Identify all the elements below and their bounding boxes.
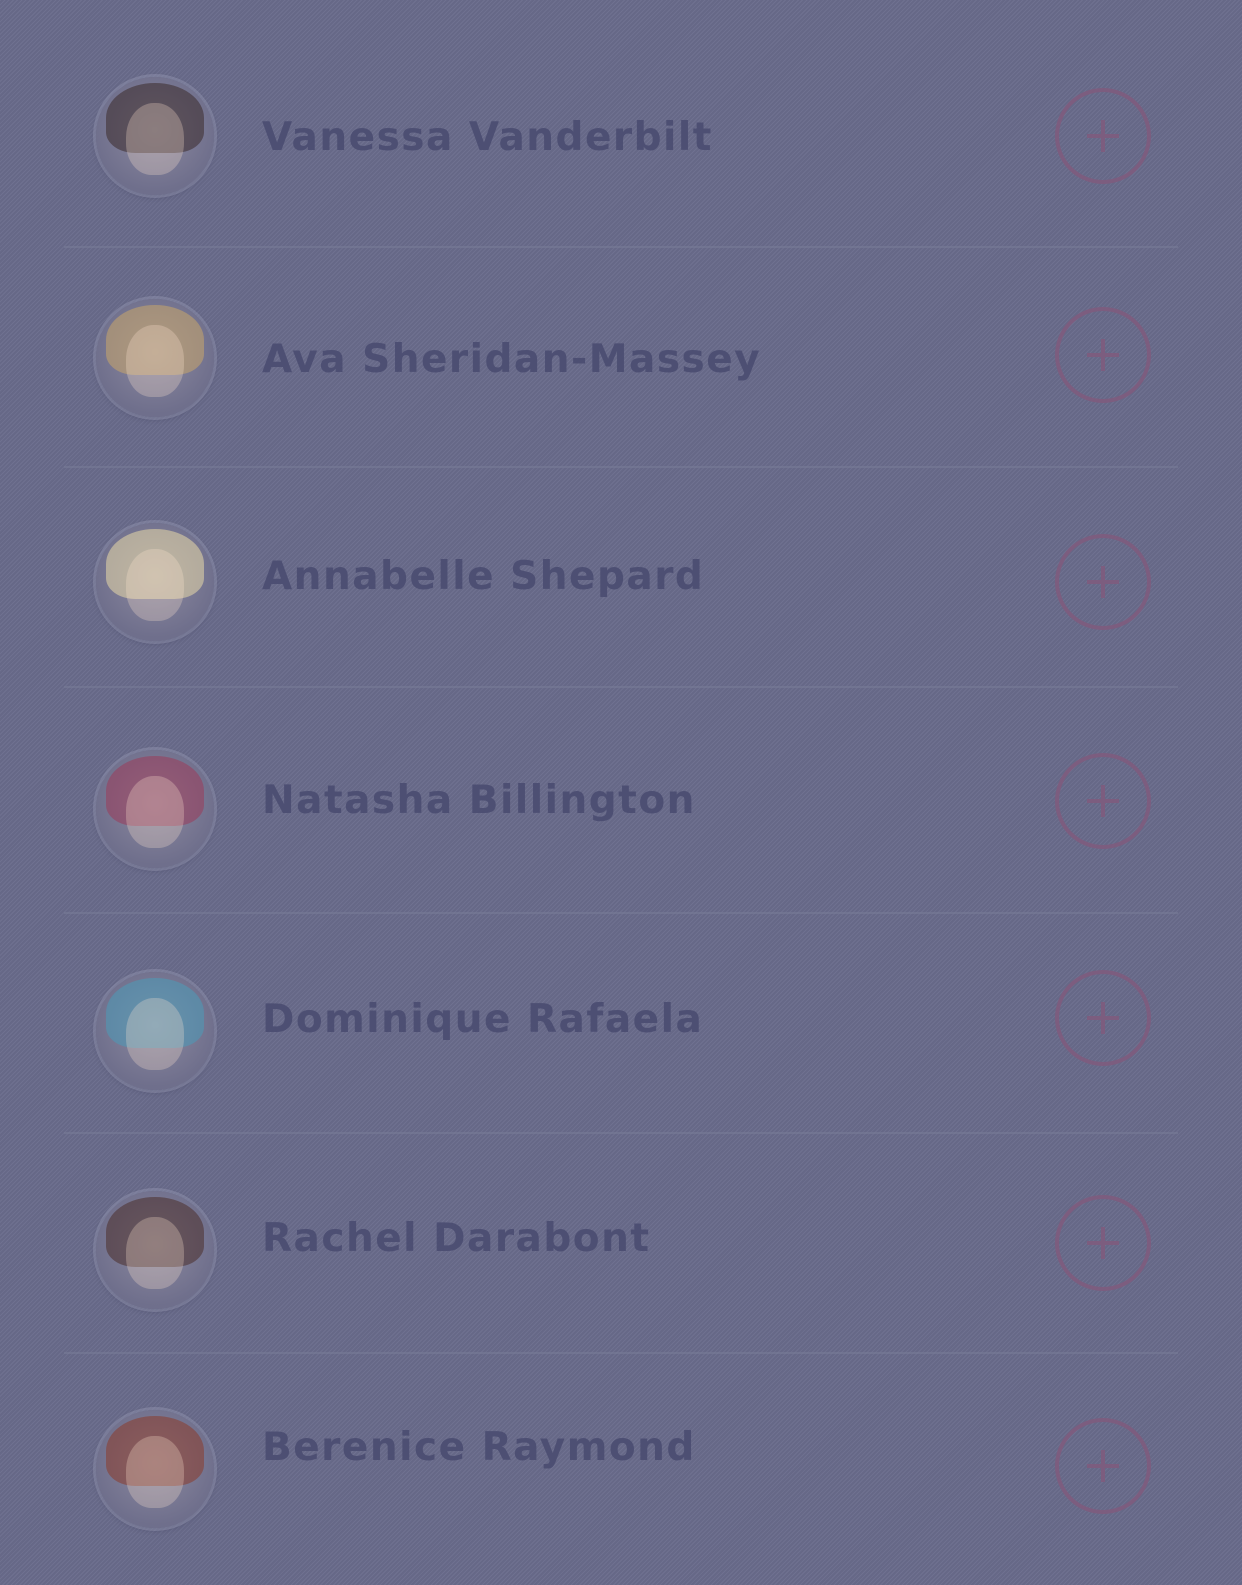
contact-row[interactable]: Ava Sheridan-Massey <box>0 248 1242 468</box>
contact-list: Vanessa Vanderbilt Ava Sheridan-Massey A… <box>0 0 1242 1585</box>
avatar-face <box>126 1436 184 1508</box>
avatar <box>96 523 214 641</box>
contact-row[interactable]: Vanessa Vanderbilt <box>0 28 1242 248</box>
add-contact-button[interactable] <box>1055 307 1151 403</box>
contact-name: Berenice Raymond <box>262 1425 696 1470</box>
row-divider <box>64 686 1178 688</box>
add-contact-button[interactable] <box>1055 534 1151 630</box>
contact-name: Ava Sheridan-Massey <box>262 337 762 382</box>
avatar <box>96 77 214 195</box>
plus-icon <box>1087 785 1119 817</box>
contact-row[interactable]: Berenice Raymond <box>0 1354 1242 1574</box>
plus-icon <box>1087 339 1119 371</box>
add-contact-button[interactable] <box>1055 970 1151 1066</box>
contact-row[interactable]: Rachel Darabont <box>0 1134 1242 1354</box>
plus-icon <box>1087 1450 1119 1482</box>
avatar-face <box>126 325 184 397</box>
avatar <box>96 972 214 1090</box>
contact-row[interactable]: Dominique Rafaela <box>0 914 1242 1134</box>
avatar-face <box>126 998 184 1070</box>
avatar <box>96 1191 214 1309</box>
avatar <box>96 750 214 868</box>
contact-name: Annabelle Shepard <box>262 554 705 599</box>
contact-name: Dominique Rafaela <box>262 997 704 1042</box>
avatar-face <box>126 549 184 621</box>
plus-icon <box>1087 120 1119 152</box>
add-contact-button[interactable] <box>1055 1418 1151 1514</box>
contact-name: Rachel Darabont <box>262 1216 651 1261</box>
plus-icon <box>1087 1227 1119 1259</box>
contact-name: Vanessa Vanderbilt <box>262 115 713 160</box>
contact-name: Natasha Billington <box>262 778 696 823</box>
contact-row[interactable]: Natasha Billington <box>0 694 1242 914</box>
plus-icon <box>1087 1002 1119 1034</box>
avatar-face <box>126 776 184 848</box>
plus-icon <box>1087 566 1119 598</box>
avatar <box>96 1410 214 1528</box>
add-contact-button[interactable] <box>1055 88 1151 184</box>
avatar-face <box>126 103 184 175</box>
contact-row[interactable]: Annabelle Shepard <box>0 468 1242 688</box>
add-contact-button[interactable] <box>1055 753 1151 849</box>
avatar <box>96 299 214 417</box>
add-contact-button[interactable] <box>1055 1195 1151 1291</box>
avatar-face <box>126 1217 184 1289</box>
